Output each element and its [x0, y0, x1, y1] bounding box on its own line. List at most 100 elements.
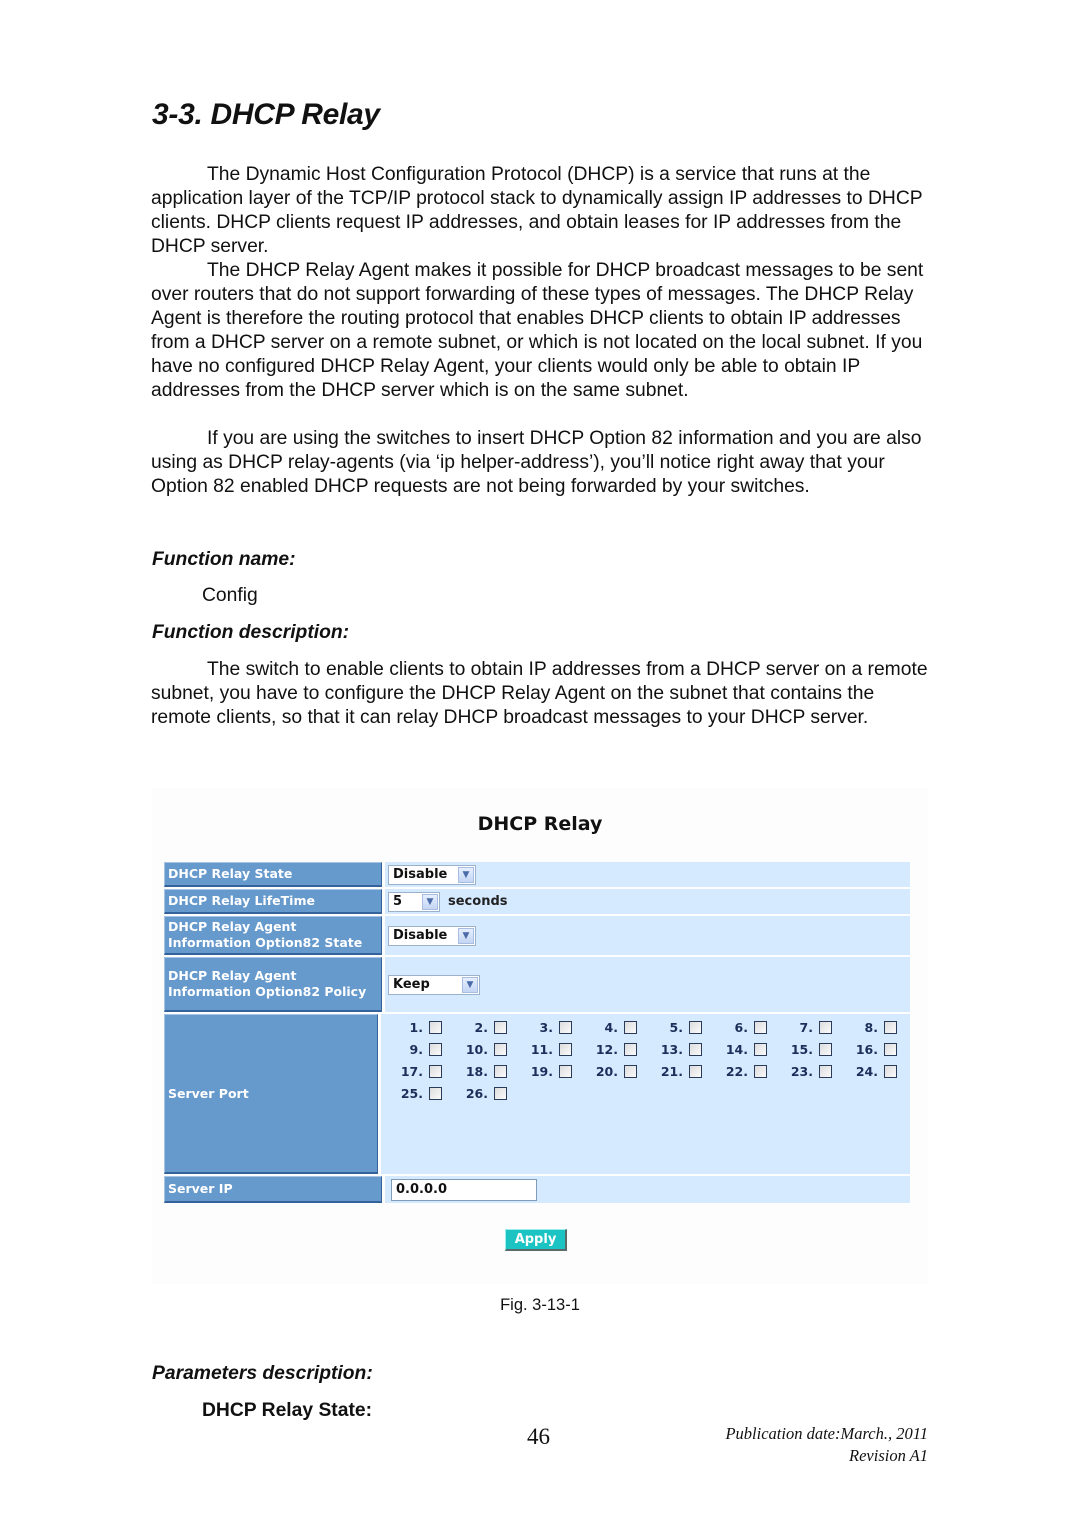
port-label: 20.	[595, 1064, 618, 1079]
port-checkbox[interactable]	[689, 1043, 702, 1056]
port-label: 6.	[734, 1020, 748, 1035]
parameter-name: DHCP Relay State:	[202, 1400, 373, 1421]
publication-date: Publication date:March., 2011	[725, 1424, 928, 1443]
port-label: 1.	[409, 1020, 423, 1035]
port-checkbox[interactable]	[819, 1065, 832, 1078]
port-checkbox[interactable]	[624, 1065, 637, 1078]
port-checkbox[interactable]	[559, 1021, 572, 1034]
port-checkbox[interactable]	[884, 1021, 897, 1034]
port-label: 7.	[799, 1020, 813, 1035]
port-item: 1.	[390, 1020, 442, 1035]
relay-state-select[interactable]: Disable ▼	[388, 864, 476, 885]
server-port-cell: 1. 2. 3. 4. 5. 6. 7. 8. 9. 10. 11. 12. 13. 14. 15. 16. 1…	[381, 1014, 910, 1174]
intro-paragraph-1: The Dynamic Host Configuration Protocol …	[151, 164, 923, 258]
port-checkbox[interactable]	[754, 1021, 767, 1034]
relay-lifetime-label: DHCP Relay LifeTime	[164, 889, 382, 914]
option82-state-label: DHCP Relay Agent Information Option82 St…	[164, 916, 382, 955]
port-checkbox[interactable]	[429, 1065, 442, 1078]
port-label: 23.	[790, 1064, 813, 1079]
port-grid: 1. 2. 3. 4. 5. 6. 7. 8. 9. 10. 11. 12. 13. 14. 15. 16. 1…	[384, 1014, 910, 1101]
port-checkbox[interactable]	[494, 1087, 507, 1100]
port-item: 15.	[780, 1042, 832, 1057]
port-checkbox[interactable]	[884, 1065, 897, 1078]
server-ip-input[interactable]: 0.0.0.0	[391, 1178, 537, 1201]
port-label: 18.	[465, 1064, 488, 1079]
page-number: 46	[527, 1424, 550, 1449]
relay-lifetime-select[interactable]: 5 ▼	[388, 891, 440, 912]
option82-policy-select[interactable]: Keep ▼	[388, 974, 480, 995]
chevron-down-icon: ▼	[458, 927, 474, 944]
function-name-heading: Function name:	[152, 549, 296, 570]
port-label: 19.	[530, 1064, 553, 1079]
port-checkbox[interactable]	[884, 1043, 897, 1056]
port-checkbox[interactable]	[494, 1065, 507, 1078]
function-name-value: Config	[202, 585, 258, 606]
port-item: 18.	[455, 1064, 507, 1079]
port-item: 4.	[585, 1020, 637, 1035]
port-label: 16.	[855, 1042, 878, 1057]
port-item: 22.	[715, 1064, 767, 1079]
port-checkbox[interactable]	[754, 1043, 767, 1056]
row-relay-state: DHCP Relay State Disable ▼	[164, 862, 910, 887]
port-checkbox[interactable]	[689, 1065, 702, 1078]
port-checkbox[interactable]	[559, 1065, 572, 1078]
port-label: 24.	[855, 1064, 878, 1079]
option82-state-cell: Disable ▼	[385, 916, 910, 955]
port-label: 17.	[400, 1064, 423, 1079]
publication-info: Publication date:March., 2011 Revision A…	[725, 1423, 928, 1467]
figure-caption: Fig. 3-13-1	[500, 1296, 580, 1314]
port-checkbox[interactable]	[429, 1021, 442, 1034]
chevron-down-icon: ▼	[458, 866, 474, 883]
port-checkbox[interactable]	[494, 1021, 507, 1034]
row-relay-lifetime: DHCP Relay LifeTime 5 ▼ seconds	[164, 889, 910, 914]
row-option82-state: DHCP Relay Agent Information Option82 St…	[164, 916, 910, 955]
port-checkbox[interactable]	[494, 1043, 507, 1056]
relay-state-label: DHCP Relay State	[164, 862, 382, 887]
port-checkbox[interactable]	[754, 1065, 767, 1078]
chevron-down-icon: ▼	[462, 976, 478, 993]
relay-state-cell: Disable ▼	[385, 862, 910, 887]
port-label: 9.	[409, 1042, 423, 1057]
port-label: 26.	[465, 1086, 488, 1101]
parameters-heading: Parameters description:	[152, 1363, 373, 1384]
port-label: 13.	[660, 1042, 683, 1057]
intro-paragraph-2: The DHCP Relay Agent makes it possible f…	[151, 260, 924, 402]
port-item: 11.	[520, 1042, 572, 1057]
port-checkbox[interactable]	[819, 1021, 832, 1034]
option82-state-selected: Disable	[393, 928, 448, 943]
server-port-label: Server Port	[164, 1014, 378, 1174]
port-item: 10.	[455, 1042, 507, 1057]
row-server-ip: Server IP 0.0.0.0	[164, 1176, 910, 1203]
port-label: 5.	[669, 1020, 683, 1035]
ui-title: DHCP Relay	[477, 813, 603, 835]
revision: Revision A1	[849, 1446, 928, 1465]
port-checkbox[interactable]	[559, 1043, 572, 1056]
port-checkbox[interactable]	[624, 1043, 637, 1056]
relay-lifetime-selected: 5	[393, 894, 403, 909]
option82-state-select[interactable]: Disable ▼	[388, 925, 476, 946]
port-checkbox[interactable]	[689, 1021, 702, 1034]
option82-policy-selected: Keep	[393, 977, 430, 992]
port-item: 16.	[845, 1042, 897, 1057]
port-item: 21.	[650, 1064, 702, 1079]
apply-button[interactable]: Apply	[505, 1229, 567, 1251]
intro-paragraph-3: If you are using the switches to insert …	[151, 428, 922, 498]
port-label: 22.	[725, 1064, 748, 1079]
port-item: 20.	[585, 1064, 637, 1079]
port-label: 15.	[790, 1042, 813, 1057]
port-item: 14.	[715, 1042, 767, 1057]
port-checkbox[interactable]	[429, 1043, 442, 1056]
row-option82-policy: DHCP Relay Agent Information Option82 Po…	[164, 957, 910, 1012]
port-checkbox[interactable]	[429, 1087, 442, 1100]
server-ip-cell: 0.0.0.0	[385, 1176, 910, 1203]
port-checkbox[interactable]	[624, 1021, 637, 1034]
port-item: 17.	[390, 1064, 442, 1079]
port-checkbox[interactable]	[819, 1043, 832, 1056]
port-item: 2.	[455, 1020, 507, 1035]
port-item: 9.	[390, 1042, 442, 1057]
port-label: 21.	[660, 1064, 683, 1079]
figure-dhcp-relay-ui: DHCP Relay DHCP Relay State Disable ▼ DH…	[152, 788, 928, 1284]
port-item: 7.	[780, 1020, 832, 1035]
port-item: 19.	[520, 1064, 572, 1079]
port-label: 8.	[864, 1020, 878, 1035]
